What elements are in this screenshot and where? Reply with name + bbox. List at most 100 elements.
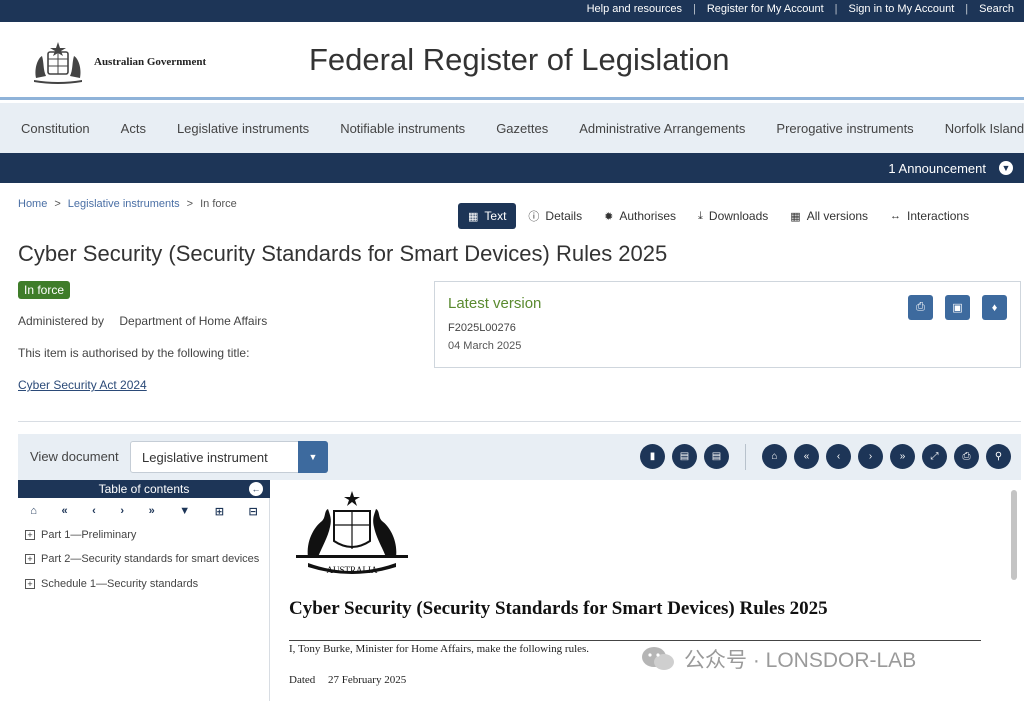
wechat-icon [642,647,674,670]
tab-details[interactable]: ⓘ Details [518,202,592,230]
announcement-bar[interactable]: 1 Announcement ▼ [0,153,1024,183]
latest-version-title: Latest version [448,295,542,312]
tab-authorises[interactable]: ✹ Authorises [594,203,686,229]
next-button[interactable]: › [858,444,883,469]
chevron-down-icon[interactable]: ▼ [298,441,328,473]
print-icon: ⎙ [962,451,971,462]
toolbar-separator [745,444,746,470]
coat-of-arms-icon: AUSTRALIA [296,491,408,575]
tab-all-versions[interactable]: ▦ All versions [780,203,878,229]
selected-value: Legislative instrument [142,450,268,465]
chevron-left-icon: ‹ [836,451,841,462]
breadcrumb-current: In force [200,198,237,210]
authorising-act-link[interactable]: Cyber Security Act 2024 [18,378,147,392]
administered-by: Administered by Department of Home Affai… [18,314,267,328]
file-text-icon: ▤ [711,451,722,462]
document-tabs: ▦ Text ⓘ Details ✹ Authorises ⤓ Download… [458,202,981,230]
expand-icon[interactable]: + [25,579,35,589]
help-link[interactable]: Help and resources [587,3,682,15]
latest-version-card: Latest version F2025L00276 04 March 2025… [434,281,1021,368]
expand-icon[interactable]: + [25,530,35,540]
chevron-right-icon[interactable]: › [120,505,124,517]
book-button[interactable]: ▮ [640,444,665,469]
tab-label: Text [484,209,507,223]
heading-rule [289,640,981,641]
toc-item[interactable]: + Part 1—Preliminary [25,529,136,541]
toc-item-label[interactable]: Part 1—Preliminary [41,529,136,541]
table-of-contents: Table of contents ← ⌂ « ‹ › » ▼ ⊞ ⊟ + Pa… [18,480,270,701]
tab-interactions[interactable]: ↔ Interactions [880,203,979,229]
last-button[interactable]: » [890,444,915,469]
coat-label: AUSTRALIA [327,565,378,575]
utility-bar: Help and resources | Register for My Acc… [0,0,1024,22]
home-button[interactable]: ⌂ [762,444,787,469]
tab-label: Authorises [619,209,677,223]
filter-icon[interactable]: ▼ [179,505,190,517]
site-title[interactable]: Federal Register of Legislation [309,42,729,78]
home-icon[interactable]: ⌂ [30,505,37,517]
view-document-label: View document [30,449,119,464]
info-icon: ⓘ [528,211,540,223]
breadcrumb-section[interactable]: Legislative instruments [68,198,180,210]
tab-label: Interactions [907,209,970,223]
collapse-all-icon[interactable]: ⊟ [248,505,257,518]
nav-administrative-arrangements[interactable]: Administrative Arrangements [564,121,761,136]
home-icon: ⌂ [771,451,778,462]
double-right-icon[interactable]: » [149,505,155,517]
bell-icon: ♦ [991,301,998,314]
navigation-buttons: ⌂ « ‹ › » ⤢ ⎙ ⚲ [762,444,1011,469]
expand-icon[interactable]: + [25,554,35,564]
notify-button[interactable]: ♦ [982,295,1007,320]
nav-gazettes[interactable]: Gazettes [481,121,564,136]
dated-label: Dated [289,674,316,686]
nav-norfolk-island[interactable]: Norfolk Island [929,121,1024,136]
search-link[interactable]: Search [979,3,1014,15]
chevron-right-icon: › [868,451,873,462]
document-dated: Dated 27 February 2025 [289,674,406,686]
toc-item-label[interactable]: Part 2—Security standards for smart devi… [41,553,259,565]
nav-legislative-instruments[interactable]: Legislative instruments [161,121,324,136]
toc-item[interactable]: + Part 2—Security standards for smart de… [25,553,259,565]
breadcrumb-separator: > [54,198,61,210]
tab-label: All versions [806,209,869,223]
toc-item[interactable]: + Schedule 1—Security standards [25,578,198,590]
document-intro: I, Tony Burke, Minister for Home Affairs… [289,643,590,655]
breadcrumb-home[interactable]: Home [18,198,47,210]
save-button[interactable]: ▣ [945,295,970,320]
file-alt-button[interactable]: ▤ [704,444,729,469]
nav-acts[interactable]: Acts [105,121,161,136]
sign-in-link[interactable]: Sign in to My Account [849,3,955,15]
breadcrumb-separator: > [186,198,194,210]
nav-prerogative-instruments[interactable]: Prerogative instruments [761,121,929,136]
file-button[interactable]: ▤ [672,444,697,469]
expand-icon: ⤢ [930,451,939,462]
nav-constitution[interactable]: Constitution [0,121,105,136]
government-name: Australian Government [94,56,207,68]
collapse-panel-icon[interactable]: ← [249,482,263,496]
chevron-down-icon[interactable]: ▼ [999,161,1013,175]
arrows-icon: ↔ [890,210,902,222]
document-scrollbar[interactable] [1011,490,1017,580]
search-doc-button[interactable]: ⚲ [986,444,1011,469]
tab-downloads[interactable]: ⤓ Downloads [688,203,778,229]
expand-button[interactable]: ⤢ [922,444,947,469]
nav-notifiable-instruments[interactable]: Notifiable instruments [325,121,481,136]
double-left-icon[interactable]: « [61,505,67,517]
main-nav: Constitution Acts Legislative instrument… [0,103,1024,153]
expand-all-icon[interactable]: ⊞ [215,505,224,518]
toc-item-label[interactable]: Schedule 1—Security standards [41,578,198,590]
chevron-left-icon[interactable]: ‹ [92,505,96,517]
register-link[interactable]: Register for My Account [707,3,824,15]
print-doc-button[interactable]: ⎙ [954,444,979,469]
dated-value: 27 February 2025 [328,674,407,686]
document-type-select[interactable]: Legislative instrument ▼ [130,441,328,473]
print-button[interactable]: ⎙ [908,295,933,320]
separator: | [693,3,696,15]
previous-button[interactable]: ‹ [826,444,851,469]
announcement-text[interactable]: 1 Announcement [888,161,986,176]
first-button[interactable]: « [794,444,819,469]
double-right-icon: » [899,451,906,462]
government-crest-icon[interactable] [28,40,88,84]
download-icon: ⤓ [698,209,703,222]
tab-text[interactable]: ▦ Text [458,203,517,229]
